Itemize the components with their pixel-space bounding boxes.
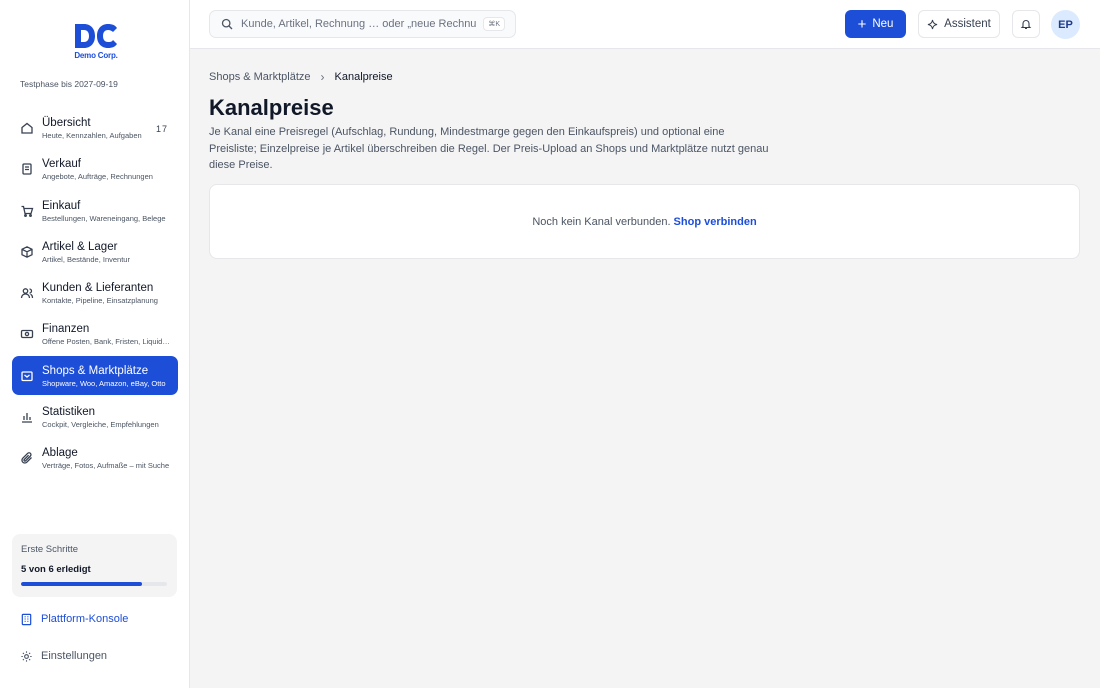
sidebar-item-ablage[interactable]: Ablage Verträge, Fotos, Aufmaße – mit Su… <box>12 438 178 477</box>
building-icon <box>21 613 32 625</box>
sidebar-item-subtitle: Bestellungen, Wareneingang, Belege <box>42 213 166 223</box>
search-shortcut-hint: ⌘K <box>483 17 505 31</box>
top-bar: ⌘K + Neu Assistent EP <box>190 0 1100 49</box>
sidebar-item-finanzen[interactable]: Finanzen Offene Posten, Bank, Fristen, L… <box>12 314 178 353</box>
sidebar-item-title: Kunden & Lieferanten <box>42 282 154 295</box>
sidebar: Demo Corp. Testphase bis 2027-09-19 Über… <box>0 0 190 688</box>
sidebar-item-title: Verkauf <box>42 158 81 171</box>
users-icon <box>20 286 34 300</box>
sidebar-item-subtitle: Cockpit, Vergleiche, Empfehlungen <box>42 420 159 430</box>
company-name: Demo Corp. <box>74 51 118 60</box>
onboarding-progress-card[interactable]: Erste Schritte 5 von 6 erledigt <box>12 534 177 597</box>
assistant-button[interactable]: Assistent <box>918 10 1000 38</box>
main-nav: Übersicht Heute, Kennzahlen, Aufgaben 17… <box>12 108 178 480</box>
sidebar-item-title: Shops & Marktplätze <box>42 364 149 377</box>
trial-notice: Testphase bis 2027-09-19 <box>20 79 118 89</box>
progress-bar-fill <box>21 582 143 586</box>
sidebar-item-subtitle: Offene Posten, Bank, Fristen, Liquidität <box>42 337 170 347</box>
paperclip-icon <box>20 451 34 465</box>
breadcrumb-current: Kanalpreise <box>334 71 393 83</box>
sidebar-item-subtitle: Artikel, Bestände, Inventur <box>42 254 130 264</box>
sidebar-item-artikel-lager[interactable]: Artikel & Lager Artikel, Bestände, Inven… <box>12 232 178 271</box>
platform-console-link[interactable]: Plattform-Konsole <box>20 611 128 627</box>
bell-icon <box>1020 20 1032 30</box>
sidebar-item-title: Artikel & Lager <box>42 240 118 253</box>
chevron-right-icon: › <box>320 70 325 84</box>
global-search[interactable]: ⌘K <box>209 10 516 38</box>
bar-chart-icon <box>20 410 34 424</box>
empty-state-card: Noch kein Kanal verbunden. Shop verbinde… <box>209 184 1080 259</box>
search-icon <box>221 18 233 30</box>
page-description: Je Kanal eine Preisregel (Aufschlag, Run… <box>209 126 769 171</box>
sidebar-item-title: Ablage <box>42 447 78 460</box>
breadcrumb-parent-link[interactable]: Shops & Marktplätze <box>209 71 311 83</box>
receipt-icon <box>20 162 34 176</box>
assistant-button-label: Assistent <box>944 18 991 30</box>
notification-count-badge: 17 <box>155 124 168 134</box>
progress-title: Erste Schritte <box>21 544 79 555</box>
plus-icon: + <box>857 15 867 33</box>
sidebar-item-einkauf[interactable]: Einkauf Bestellungen, Wareneingang, Bele… <box>12 191 178 230</box>
search-input[interactable] <box>241 18 477 30</box>
sidebar-item-subtitle: Angebote, Aufträge, Rechnungen <box>42 172 153 182</box>
notifications-button[interactable] <box>1012 10 1040 38</box>
new-button[interactable]: + Neu <box>845 10 906 38</box>
breadcrumb: Shops & Marktplätze › Kanalpreise <box>209 70 393 84</box>
sparkle-icon <box>927 19 938 29</box>
progress-bar <box>21 582 167 586</box>
sidebar-item-title: Statistiken <box>42 406 96 419</box>
sidebar-item-uebersicht[interactable]: Übersicht Heute, Kennzahlen, Aufgaben 17 <box>12 108 178 147</box>
home-icon <box>20 121 34 135</box>
store-icon <box>20 369 34 383</box>
sidebar-item-title: Finanzen <box>42 323 90 336</box>
sidebar-item-kunden-lieferanten[interactable]: Kunden & Lieferanten Kontakte, Pipeline,… <box>12 273 178 312</box>
progress-status: 5 von 6 erledigt <box>21 564 91 575</box>
banknote-icon <box>20 327 34 341</box>
cart-icon <box>20 204 34 218</box>
sidebar-item-subtitle: Kontakte, Pipeline, Einsatzplanung <box>42 296 158 306</box>
platform-console-label: Plattform-Konsole <box>41 613 129 625</box>
sidebar-item-title: Einkauf <box>42 199 81 212</box>
box-icon <box>20 245 34 259</box>
sidebar-item-subtitle: Heute, Kennzahlen, Aufgaben <box>42 131 142 140</box>
page-title: Kanalpreise <box>209 95 334 120</box>
sidebar-item-statistiken[interactable]: Statistiken Cockpit, Vergleiche, Empfehl… <box>12 397 178 436</box>
gear-icon <box>21 650 32 662</box>
sidebar-item-subtitle: Shopware, Woo, Amazon, eBay, Otto <box>42 378 166 388</box>
company-logo[interactable]: Demo Corp. <box>70 22 122 66</box>
connect-shop-link[interactable]: Shop verbinden <box>674 216 757 228</box>
settings-link[interactable]: Einstellungen <box>20 648 107 664</box>
sidebar-item-subtitle: Verträge, Fotos, Aufmaße – mit Suche <box>42 461 170 471</box>
new-button-label: Neu <box>872 18 894 30</box>
logo-mark-icon <box>75 24 117 48</box>
sidebar-item-verkauf[interactable]: Verkauf Angebote, Aufträge, Rechnungen <box>12 149 178 188</box>
settings-label: Einstellungen <box>41 650 108 662</box>
user-avatar[interactable]: EP <box>1051 10 1080 39</box>
empty-state-text: Noch kein Kanal verbunden. <box>532 215 671 228</box>
sidebar-item-shops-marktplaetze[interactable]: Shops & Marktplätze Shopware, Woo, Amazo… <box>12 355 178 395</box>
